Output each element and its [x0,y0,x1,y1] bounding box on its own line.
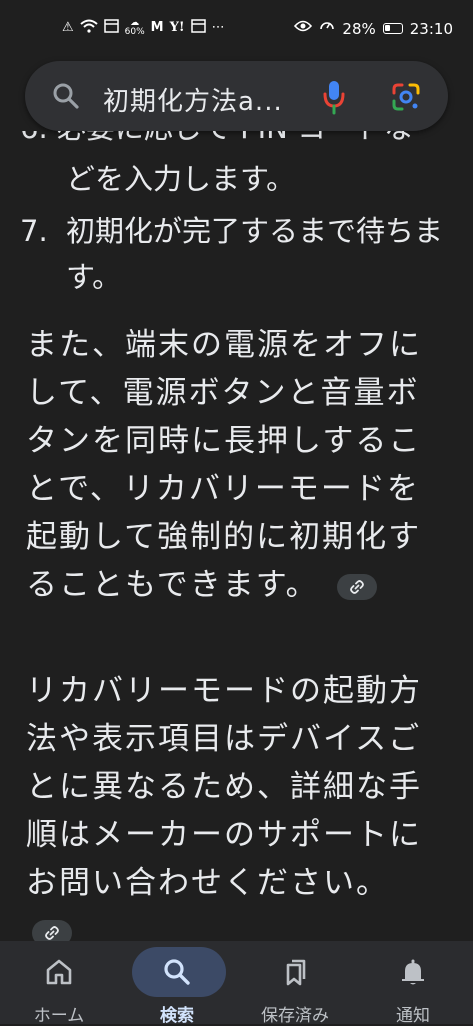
link-icon [45,925,59,940]
mail-icon: M [150,20,164,35]
speed-icon [319,18,335,39]
nav-home[interactable]: ホーム [0,941,118,1026]
list-text: どを入力します。 [66,162,296,196]
google-lens-icon[interactable] [391,82,421,112]
link-icon [349,579,364,594]
search-icon[interactable] [51,81,81,111]
search-query[interactable]: 初期化方法a... [103,81,283,118]
clock: 23:10 [409,19,453,38]
status-left-icons: ⚠ ☁ 60% M Y! ⋯ [62,18,225,38]
battery-icon [382,23,403,34]
bottom-navigation: ホーム 検索 保存済み 通知 [0,941,473,1026]
answer-paragraph: また、端末の電源をオフにして、電源ボタンと音量ボタンを同時に長押しすることで、リ… [26,321,446,609]
microphone-icon[interactable] [321,79,347,115]
answer-content: 6. 必要に応じて PIN コードな どを入力します。 7. 初期化が完了するま… [0,131,473,941]
nav-search[interactable]: 検索 [118,941,236,1026]
cutoff-list-item: 6. 必要に応じて PIN コードな [20,131,413,151]
calendar-icon [190,18,206,38]
nav-label: ホーム [33,1006,85,1026]
paragraph-text: また、端末の電源をオフにして、電源ボタンと音量ボタンを同時に長押しすることで、リ… [26,327,422,603]
weather-percent: 60% [124,27,145,37]
source-link-button[interactable] [32,919,72,941]
list-text: 初期化が完了するまで待ちます。 [66,214,444,294]
battery-percent: 28% [342,19,376,38]
answer-paragraph: リカバリーモードの起動方法や表示項目はデバイスごとに異なるため、詳細な手順はメー… [26,667,446,941]
nav-label: 検索 [160,1006,194,1026]
eye-icon [294,20,313,37]
weather-icon: ☁ 60% [125,19,145,37]
search-icon [164,959,190,985]
home-icon [46,959,72,985]
more-icon: ⋯ [211,20,225,35]
yahoo-icon: Y! [169,20,185,35]
source-link-button[interactable] [336,573,377,600]
bell-icon [402,959,424,985]
bookmarks-icon [286,959,306,986]
wifi-icon [79,19,98,38]
paragraph-text: リカバリーモードの起動方法や表示項目はデバイスごとに異なるため、詳細な手順はメー… [26,673,422,901]
nav-label: 保存済み [261,1006,329,1026]
status-right-icons: 28% 23:10 [294,18,453,39]
nav-notifications[interactable]: 通知 [354,941,472,1026]
status-bar: ⚠ ☁ 60% M Y! ⋯ 28% 23:10 [0,0,473,54]
search-bar[interactable]: 初期化方法a... [25,61,448,131]
nav-saved[interactable]: 保存済み [236,941,354,1026]
nav-label: 通知 [396,1006,430,1026]
calendar-icon [103,18,119,38]
list-number: 7. [20,214,48,248]
alert-icon: ⚠ [62,20,74,35]
